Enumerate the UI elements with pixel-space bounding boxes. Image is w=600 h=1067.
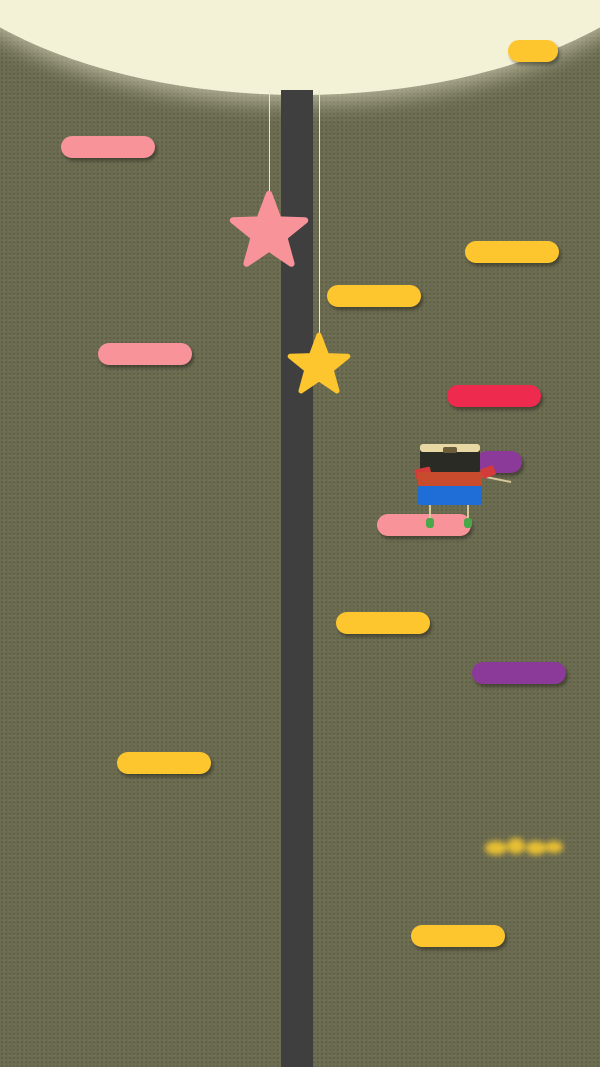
platform: [98, 343, 192, 365]
platform: [61, 136, 155, 158]
star-string: [269, 90, 270, 202]
platform: [117, 752, 211, 774]
platform: [336, 612, 430, 634]
platform: [327, 285, 421, 307]
platform: [465, 241, 559, 263]
game-scene[interactable]: [0, 0, 600, 1067]
platform: [447, 385, 541, 407]
sparkle-effect: [485, 838, 563, 855]
robot-character-icon[interactable]: [413, 440, 518, 532]
star-string: [319, 90, 320, 338]
platform: [472, 662, 566, 684]
star-icon[interactable]: [286, 332, 352, 396]
platform: [411, 925, 505, 947]
platform: [508, 40, 558, 62]
star-icon[interactable]: [228, 190, 310, 270]
